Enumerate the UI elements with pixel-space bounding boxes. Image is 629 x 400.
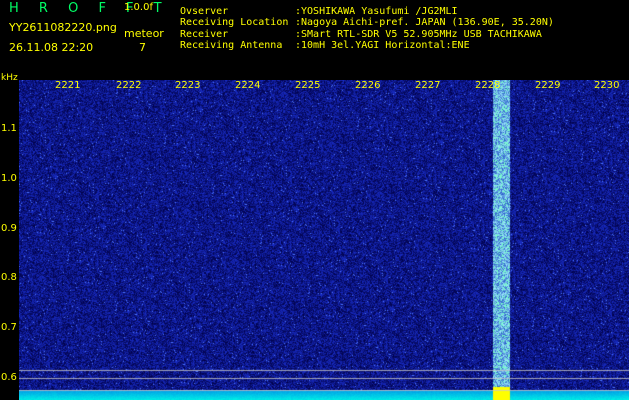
meteor-label: meteor: [124, 27, 164, 40]
x-tick-label: 2227: [415, 80, 441, 91]
x-tick-label: 2230: [594, 80, 620, 91]
y-tick-label: 0.6: [1, 372, 17, 383]
y-tick-label: 0.9: [1, 223, 17, 234]
info-observer: Ovserver :YOSHIKAWA Yasufumi /JG2MLI: [180, 6, 458, 17]
info-value: :YOSHIKAWA Yasufumi /JG2MLI: [295, 6, 458, 17]
info-value: :10mH 3el.YAGI Horizontal:ENE: [295, 40, 470, 51]
hroff-spectrogram-window: H R O F F T 1.0.0f YY2611082220.png 26.1…: [0, 0, 629, 400]
info-label: Ovserver: [180, 6, 229, 17]
info-label: Receiving Antenna: [180, 40, 283, 51]
x-tick-label: 2224: [235, 80, 261, 91]
meteor-count: 7: [139, 41, 146, 54]
info-value: :Nagoya Aichi-pref. JAPAN (136.90E, 35.2…: [295, 17, 554, 28]
x-tick-label: 2225: [295, 80, 321, 91]
frequency-unit-label: kHz: [1, 73, 18, 83]
file-name: YY2611082220.png: [9, 21, 117, 34]
x-tick-label: 2228: [475, 80, 501, 91]
x-tick-label: 2221: [55, 80, 81, 91]
info-location: Receiving Location :Nagoya Aichi-pref. J…: [180, 17, 554, 28]
x-tick-label: 2226: [355, 80, 381, 91]
app-version: 1.0.0f: [124, 2, 153, 13]
info-receiver: Receiver :SMart RTL-SDR V5 52.905MHz USB…: [180, 29, 542, 40]
x-tick-label: 2223: [175, 80, 201, 91]
date-time: 26.11.08 22:20: [9, 41, 94, 54]
spectrogram-plot: [19, 80, 629, 400]
info-label: Receiver: [180, 29, 229, 40]
y-tick-label: 1.1: [1, 123, 17, 134]
info-label: Receiving Location: [180, 17, 289, 28]
info-value: :SMart RTL-SDR V5 52.905MHz USB TACHIKAW…: [295, 29, 542, 40]
x-tick-label: 2222: [116, 80, 142, 91]
y-tick-label: 0.7: [1, 322, 17, 333]
info-antenna: Receiving Antenna :10mH 3el.YAGI Horizon…: [180, 40, 470, 51]
y-tick-label: 1.0: [1, 173, 17, 184]
y-tick-label: 0.8: [1, 272, 17, 283]
x-tick-label: 2229: [535, 80, 561, 91]
